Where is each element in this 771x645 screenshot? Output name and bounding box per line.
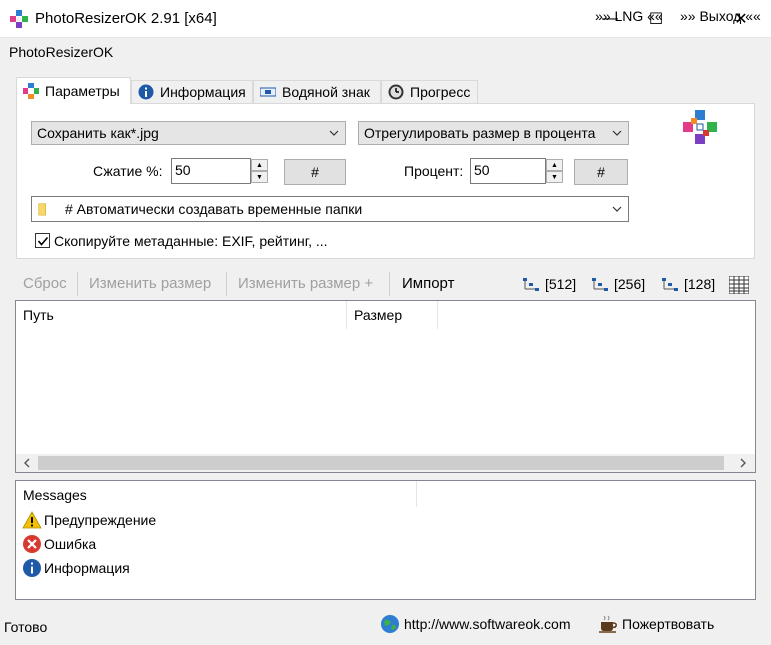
toolbar-divider	[77, 272, 78, 296]
tab-parameters[interactable]: Параметры	[16, 77, 131, 104]
size-128-label: [128]	[684, 276, 716, 292]
warning-icon	[22, 511, 42, 529]
error-icon	[23, 535, 41, 553]
folder-option-value: # Автоматически создавать временные папк…	[65, 201, 363, 217]
resize-preset-icon	[592, 278, 608, 291]
watermark-icon	[260, 87, 276, 97]
column-header-path[interactable]: Путь	[16, 301, 347, 329]
size-128-button[interactable]: [128]	[662, 276, 715, 292]
message-label: Предупреждение	[44, 512, 157, 528]
folder-option-dropdown[interactable]: # Автоматически создавать временные папк…	[31, 196, 629, 222]
save-as-value: Сохранить как*.jpg	[37, 125, 159, 141]
tab-label: Прогресс	[410, 84, 471, 100]
website-url: http://www.softwareok.com	[404, 616, 571, 632]
message-label: Ошибка	[44, 536, 97, 552]
compression-hash-button[interactable]: #	[284, 159, 346, 185]
resize-mode-dropdown[interactable]: Отрегулировать размер в процента	[358, 121, 629, 145]
scroll-left-icon[interactable]	[22, 458, 32, 468]
percent-hash-button[interactable]: #	[574, 159, 628, 185]
tab-progress[interactable]: Прогресс	[381, 80, 478, 103]
scroll-right-icon[interactable]	[738, 458, 748, 468]
message-item-error: Ошибка	[22, 534, 96, 554]
checkmark-icon	[37, 236, 48, 246]
tab-information[interactable]: Информация	[131, 80, 253, 103]
size-512-label: [512]	[545, 276, 577, 292]
coffee-cup-icon	[599, 615, 617, 633]
resize-button[interactable]: Изменить размер	[89, 275, 211, 292]
horizontal-scrollbar[interactable]	[16, 454, 755, 472]
scrollbar-thumb[interactable]	[38, 456, 724, 470]
toolbar-divider	[389, 272, 390, 296]
message-item-info: Информация	[22, 558, 130, 578]
save-as-dropdown[interactable]: Сохранить как*.jpg	[31, 121, 346, 145]
resize-plus-button[interactable]: Изменить размер +	[238, 275, 373, 292]
status-text: Готово	[4, 619, 48, 635]
resize-preset-icon	[662, 278, 678, 291]
app-name-label: PhotoResizerOK	[9, 44, 114, 60]
percent-input[interactable]: 50	[470, 158, 546, 184]
message-label: Информация	[44, 560, 130, 576]
messages-header: Messages	[23, 487, 87, 503]
import-button[interactable]: Импорт	[402, 275, 454, 292]
compression-increment[interactable]: ▲	[251, 159, 268, 171]
compression-input[interactable]: 50	[171, 158, 251, 184]
size-512-button[interactable]: [512]	[523, 276, 576, 292]
globe-icon	[381, 615, 399, 633]
app-logo-icon	[683, 110, 717, 144]
tab-watermark[interactable]: Водяной знак	[253, 80, 381, 103]
tab-label: Информация	[160, 84, 246, 100]
column-header-size[interactable]: Размер	[347, 301, 438, 329]
info-icon	[138, 84, 154, 100]
chevron-down-icon	[612, 206, 622, 212]
arrow-up-icon: ▲	[256, 161, 263, 169]
resize-mode-value: Отрегулировать размер в процента	[364, 125, 596, 141]
column-divider	[416, 481, 417, 507]
reset-button[interactable]: Сброс	[23, 275, 67, 292]
toolbar-divider	[226, 272, 227, 296]
menu-bar: PhotoResizerOK	[0, 38, 771, 66]
donate-label: Пожертвовать	[622, 616, 715, 632]
message-item-warning: Предупреждение	[22, 510, 156, 530]
percent-label: Процент:	[404, 163, 464, 179]
website-link[interactable]: http://www.softwareok.com	[380, 614, 571, 634]
percent-increment[interactable]: ▲	[546, 159, 563, 171]
arrow-down-icon: ▼	[551, 173, 558, 181]
chevron-down-icon	[612, 128, 622, 138]
tab-label: Водяной знак	[282, 84, 370, 100]
settings-icon	[23, 83, 39, 99]
arrow-down-icon: ▼	[256, 173, 263, 181]
column-header-label: Размер	[354, 307, 403, 323]
percent-decrement[interactable]: ▼	[546, 171, 563, 183]
language-menu-link[interactable]: »» LNG ««	[595, 8, 663, 24]
messages-panel: Messages Предупреждение Ошибка Информаци…	[15, 480, 756, 600]
exit-menu-link[interactable]: »» Выход ««	[680, 8, 761, 24]
clock-icon	[388, 84, 404, 100]
tab-label: Параметры	[45, 83, 120, 99]
info-icon	[23, 559, 41, 577]
folder-icon	[38, 203, 47, 216]
arrow-up-icon: ▲	[551, 161, 558, 169]
compression-label: Сжатие %:	[93, 163, 163, 179]
grid-view-icon[interactable]	[729, 276, 749, 294]
size-256-button[interactable]: [256]	[592, 276, 645, 292]
window-title: PhotoResizerOK 2.91 [x64]	[35, 10, 217, 27]
column-header-label: Путь	[23, 307, 54, 323]
donate-link[interactable]: Пожертвовать	[598, 614, 714, 634]
file-list[interactable]: Путь Размер	[15, 300, 756, 473]
copy-metadata-checkbox[interactable]	[35, 233, 50, 248]
copy-metadata-label: Скопируйте метаданные: EXIF, рейтинг, ..…	[54, 233, 328, 249]
resize-preset-icon	[523, 278, 539, 291]
app-logo-icon	[10, 10, 28, 28]
compression-decrement[interactable]: ▼	[251, 171, 268, 183]
chevron-down-icon	[329, 130, 339, 136]
size-256-label: [256]	[614, 276, 646, 292]
